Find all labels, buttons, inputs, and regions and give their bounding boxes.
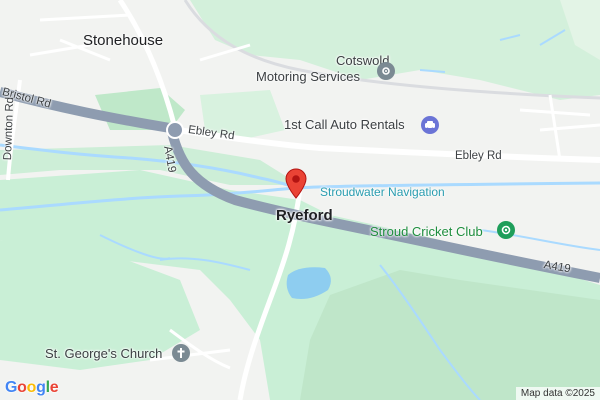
map-attribution[interactable]: Map data ©2025 bbox=[515, 387, 600, 400]
waterway-label-stroudwater: Stroudwater Navigation bbox=[320, 185, 445, 199]
roundabout bbox=[166, 121, 184, 139]
logo-letter: G bbox=[5, 379, 18, 396]
place-label-stonehouse: Stonehouse bbox=[83, 32, 164, 49]
road-label-downton: Downton Rd bbox=[2, 96, 17, 161]
location-pin-icon[interactable] bbox=[285, 168, 307, 205]
car-rental-icon[interactable] bbox=[421, 116, 439, 134]
sports-icon[interactable] bbox=[497, 221, 515, 239]
poi-label-cotswold-line2[interactable]: Motoring Services bbox=[256, 69, 360, 84]
logo-letter: o bbox=[26, 379, 37, 396]
logo-letter: g bbox=[36, 379, 46, 396]
car-repair-icon[interactable] bbox=[377, 62, 395, 80]
google-logo[interactable]: Google bbox=[5, 379, 59, 397]
church-icon[interactable] bbox=[172, 344, 190, 362]
poi-label-cricket-club[interactable]: Stroud Cricket Club bbox=[370, 224, 483, 239]
road-label-ebley-east: Ebley Rd bbox=[455, 150, 502, 162]
poi-label-auto-rentals[interactable]: 1st Call Auto Rentals bbox=[284, 117, 405, 132]
map-canvas[interactable]: Stonehouse Ryeford Bristol Rd Downton Rd… bbox=[0, 0, 600, 400]
logo-letter: o bbox=[17, 379, 27, 396]
poi-label-cotswold-line1[interactable]: Cotswold bbox=[336, 53, 389, 68]
poi-label-church[interactable]: St. George's Church bbox=[45, 346, 162, 361]
logo-letter: e bbox=[49, 379, 59, 396]
place-label-ryeford: Ryeford bbox=[276, 207, 333, 224]
